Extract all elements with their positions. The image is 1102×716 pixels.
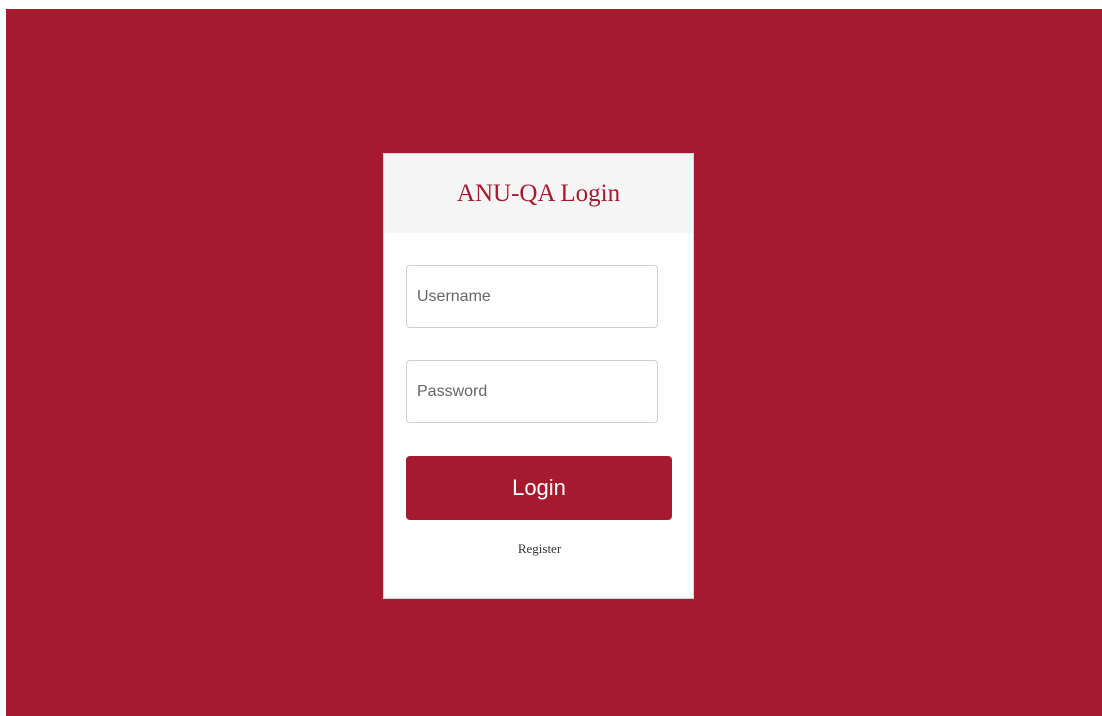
password-input[interactable]: [406, 360, 658, 423]
login-title: ANU-QA Login: [456, 179, 621, 207]
username-input[interactable]: [406, 265, 658, 328]
login-button[interactable]: Login: [406, 456, 672, 520]
card-header: ANU-QA Login: [384, 154, 693, 233]
register-link[interactable]: Register: [384, 541, 695, 557]
login-card: ANU-QA Login Login Register: [383, 153, 694, 599]
page-background: ANU-QA Login Login Register: [6, 9, 1102, 716]
